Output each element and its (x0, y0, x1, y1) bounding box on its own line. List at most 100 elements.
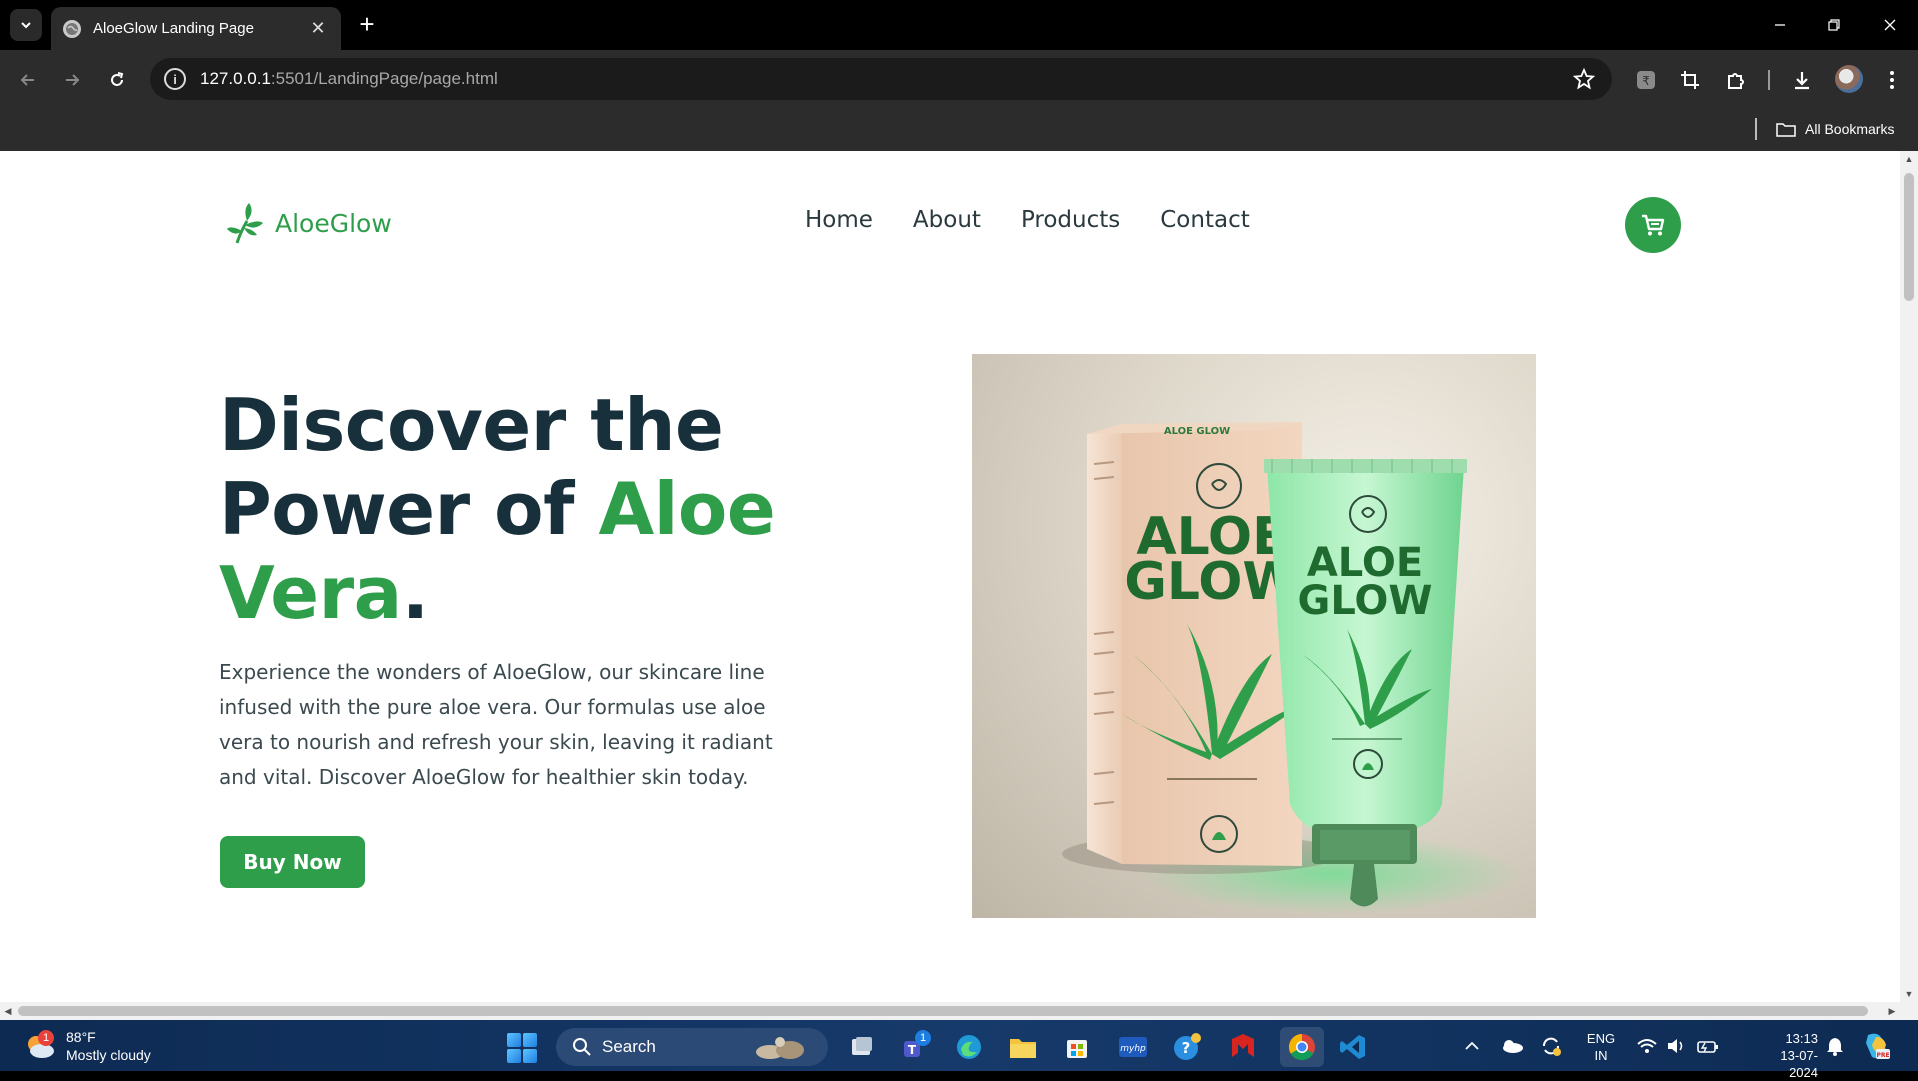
notification-bell-icon[interactable] (1826, 1020, 1844, 1071)
scroll-down-arrow[interactable]: ▼ (1900, 986, 1918, 1002)
weather-desc: Mostly cloudy (66, 1047, 151, 1063)
nav-contact[interactable]: Contact (1160, 207, 1249, 233)
browser-tab-bar: AloeGlow Landing Page ✕ + (0, 0, 1918, 50)
cart-button[interactable] (1625, 197, 1681, 253)
globe-icon (63, 19, 81, 38)
restore-button[interactable] (1806, 8, 1862, 42)
file-explorer-icon[interactable] (1006, 1030, 1040, 1064)
hero-description: Experience the wonders of AloeGlow, our … (219, 660, 773, 789)
system-clock[interactable]: 13:13 13-07-2024 (1760, 1030, 1818, 1081)
active-tab[interactable]: AloeGlow Landing Page ✕ (51, 7, 341, 50)
chevron-up-icon (1465, 1041, 1479, 1050)
chrome-icon[interactable] (1285, 1030, 1319, 1064)
vertical-scroll-thumb[interactable] (1904, 173, 1914, 301)
cart-icon (1642, 214, 1665, 236)
close-window-button[interactable] (1862, 8, 1918, 42)
site-logo[interactable]: AloeGlow (225, 201, 392, 245)
horizontal-scroll-thumb[interactable] (18, 1006, 1868, 1016)
extensions-puzzle-icon[interactable] (1722, 66, 1750, 94)
lang-line2: IN (1594, 1048, 1608, 1063)
logo-text: AloeGlow (275, 208, 392, 238)
tube-brand-line2: GLOW (1297, 578, 1432, 624)
hero-title: Discover the Power of Aloe Vera. (219, 383, 839, 635)
minimize-icon (1775, 24, 1785, 26)
screenshot-icon[interactable] (1676, 66, 1704, 94)
extension-icon[interactable]: ₹ (1632, 66, 1660, 94)
close-tab-icon[interactable]: ✕ (307, 18, 329, 39)
search-icon (573, 1038, 591, 1056)
language-indicator[interactable]: ENG IN (1584, 1030, 1618, 1064)
wifi-icon[interactable] (1636, 1020, 1658, 1071)
task-view-icon[interactable] (845, 1030, 879, 1064)
tab-search-button[interactable] (10, 9, 42, 41)
url-path: :5501/LandingPage/page.html (270, 69, 498, 88)
nav-home[interactable]: Home (805, 207, 873, 233)
address-bar[interactable]: i 127.0.0.1:5501/LandingPage/page.html (150, 58, 1612, 100)
vscode-icon[interactable] (1336, 1030, 1370, 1064)
profile-avatar[interactable] (1835, 65, 1863, 93)
svg-text:T: T (908, 1043, 917, 1057)
myhp-icon[interactable]: myhp (1116, 1030, 1150, 1064)
sync-icon[interactable] (1540, 1020, 1562, 1071)
reload-button[interactable] (101, 64, 133, 96)
battery-icon[interactable] (1696, 1020, 1720, 1071)
arrow-left-icon (20, 74, 34, 86)
weather-widget[interactable]: 1 88°F Mostly cloudy (24, 1028, 151, 1064)
chevron-down-icon (21, 22, 31, 29)
arrow-right-icon (66, 74, 80, 86)
show-hidden-icons[interactable] (1464, 1020, 1480, 1071)
back-button[interactable] (12, 64, 44, 96)
bookmarks-divider (1755, 118, 1757, 140)
clock-date: 13-07-2024 (1780, 1048, 1818, 1080)
microsoft-store-icon[interactable] (1060, 1030, 1094, 1064)
all-bookmarks-label: All Bookmarks (1805, 121, 1895, 137)
windows-taskbar: 1 88°F Mostly cloudy Search T 1 myhp ? E… (0, 1020, 1918, 1080)
buy-now-button[interactable]: Buy Now (220, 836, 365, 888)
nav-about[interactable]: About (913, 207, 981, 233)
download-icon[interactable] (1788, 66, 1816, 94)
search-highlight-icon (756, 1037, 804, 1059)
hero-title-end: . (401, 551, 429, 635)
mcafee-icon[interactable] (1226, 1030, 1260, 1064)
cloudy-weather-icon: 1 (24, 1030, 56, 1060)
onedrive-icon[interactable] (1500, 1020, 1524, 1071)
lang-line1: ENG (1586, 1031, 1616, 1046)
taskbar-search[interactable]: Search (556, 1028, 828, 1066)
all-bookmarks-button[interactable]: All Bookmarks (1776, 116, 1894, 142)
edge-browser-icon[interactable] (952, 1030, 986, 1064)
weather-badge: 1 (38, 1030, 54, 1046)
svg-text:?: ? (1182, 1039, 1191, 1057)
more-menu-icon[interactable] (1878, 66, 1906, 94)
svg-text:₹: ₹ (1642, 74, 1650, 88)
teams-icon[interactable]: T 1 (897, 1030, 931, 1064)
horizontal-scrollbar[interactable]: ◀ ▶ (0, 1002, 1918, 1020)
page-viewport: AloeGlow Home About Products Contact Dis… (0, 151, 1918, 1002)
clock-time: 13:13 (1785, 1031, 1818, 1046)
windows-start-button[interactable] (507, 1033, 537, 1063)
scroll-up-arrow[interactable]: ▲ (1900, 151, 1918, 167)
bookmark-star-icon[interactable] (1572, 67, 1596, 96)
forward-button[interactable] (56, 64, 88, 96)
scroll-left-arrow[interactable]: ◀ (0, 1002, 16, 1020)
product-image: ALOE GLOW ALOE GLOW ALOE GLOW (972, 354, 1536, 918)
copilot-icon[interactable]: PRE (1862, 1020, 1892, 1071)
svg-text:PRE: PRE (1876, 1052, 1889, 1059)
new-tab-button[interactable]: + (352, 10, 382, 40)
nav-products[interactable]: Products (1021, 207, 1120, 233)
teams-badge: 1 (915, 1030, 931, 1046)
search-label: Search (602, 1037, 656, 1056)
minimize-button[interactable] (1752, 8, 1808, 42)
site-info-icon[interactable]: i (164, 68, 186, 90)
help-icon[interactable]: ? (1170, 1030, 1204, 1064)
folder-icon (1776, 123, 1796, 137)
url-host: 127.0.0.1 (200, 69, 271, 88)
bookmarks-bar: All Bookmarks (0, 108, 1918, 151)
toolbar-divider (1768, 70, 1770, 90)
vertical-scrollbar[interactable]: ▲ ▼ (1900, 151, 1918, 1002)
box-top-text: ALOE GLOW (1164, 426, 1230, 437)
volume-icon[interactable] (1666, 1020, 1686, 1071)
main-nav: Home About Products Contact (805, 207, 1290, 233)
box-brand-line2: GLOW (1124, 552, 1300, 612)
weather-temp: 88°F (66, 1029, 96, 1045)
scroll-right-arrow[interactable]: ▶ (1884, 1002, 1900, 1020)
